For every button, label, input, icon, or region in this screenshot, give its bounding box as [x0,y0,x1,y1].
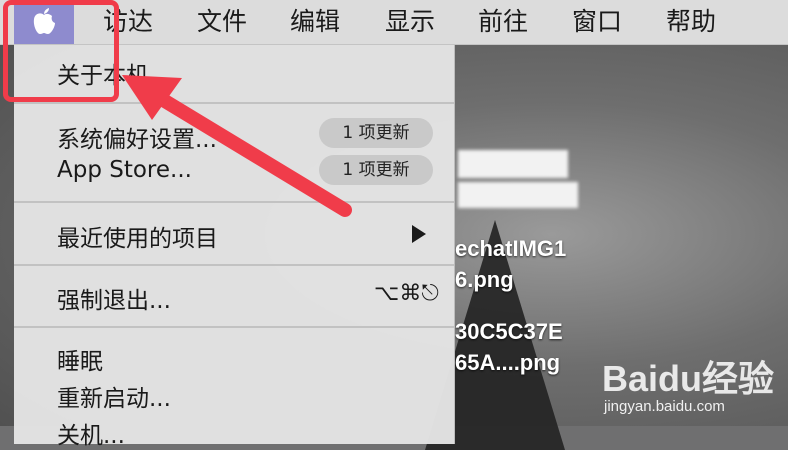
watermark-logo: Baidu经验 [602,358,775,399]
watermark-url: jingyan.baidu.com [604,398,725,415]
baidu-watermark: Baidu经验 jingyan.baidu.com [602,338,788,426]
